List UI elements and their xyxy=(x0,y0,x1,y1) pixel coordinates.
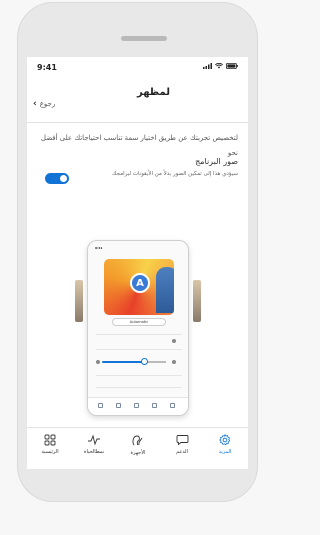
program-images-toggle[interactable] xyxy=(45,173,69,184)
nav-label-more: المزيد xyxy=(218,449,232,455)
nav-label-devices: الأجهزة xyxy=(130,450,146,456)
preview-time: 9:41 xyxy=(95,246,103,250)
preview-program-image: A xyxy=(104,259,174,315)
theme-preview: 9:41 A Automatic xyxy=(75,240,201,416)
preview-bottom-nav xyxy=(88,397,188,415)
status-time: 9:41 xyxy=(37,63,57,72)
grid-icon xyxy=(44,434,56,446)
chevron-left-icon: ‹ xyxy=(33,99,37,109)
setting-title: صور البرنامج xyxy=(195,157,238,166)
preview-divider xyxy=(96,387,182,388)
bottom-navigation: الرئيسية نمطالحياة الأجهزة الدعم المزيد xyxy=(27,427,248,469)
page-header: لمظهر ‹ رجوع xyxy=(27,79,248,123)
back-label: رجوع xyxy=(39,100,56,108)
page-title: لمظهر xyxy=(136,87,170,98)
toggle-knob xyxy=(60,175,67,182)
preview-dot xyxy=(172,360,176,364)
back-button[interactable]: ‹ رجوع xyxy=(33,99,55,109)
preview-person-shape xyxy=(156,267,174,313)
preview-divider xyxy=(96,349,182,350)
gear-icon xyxy=(219,434,231,446)
preview-nav-icon xyxy=(152,403,157,408)
battery-icon xyxy=(226,63,238,69)
nav-label-home: الرئيسية xyxy=(41,449,59,455)
preview-nav-icon xyxy=(98,403,103,408)
nav-label-lifestyle: نمطالحياة xyxy=(83,449,105,455)
preview-divider xyxy=(96,334,182,335)
app-screen: 9:41 لمظهر ‹ رجوع لتخصيص تجربتك عن طريق … xyxy=(27,57,248,469)
preview-volume-slider xyxy=(102,361,146,363)
preview-divider xyxy=(96,375,182,376)
preview-mode-label: Automatic xyxy=(112,318,166,326)
preview-dot xyxy=(172,339,176,343)
preview-program-badge: A xyxy=(130,273,150,293)
nav-support[interactable]: الدعم xyxy=(162,434,202,464)
preview-volume-icon xyxy=(96,360,100,364)
preview-nav-icon xyxy=(134,403,139,408)
nav-lifestyle[interactable]: نمطالحياة xyxy=(74,434,114,464)
preview-volume-thumb xyxy=(141,358,148,365)
activity-icon xyxy=(88,434,100,446)
status-icons xyxy=(203,63,238,69)
wifi-icon xyxy=(215,63,223,69)
preview-neighbor-left xyxy=(75,280,83,322)
hearing-aid-icon xyxy=(132,435,143,446)
signal-icon xyxy=(203,63,212,69)
chat-icon xyxy=(176,435,188,446)
nav-more[interactable]: المزيد xyxy=(205,434,245,464)
nav-label-support: الدعم xyxy=(176,449,188,455)
preview-nav-icon xyxy=(170,403,175,408)
setting-subtitle: سيؤدي هذا إلى تمكين الصور بدلاً من الأيق… xyxy=(112,171,238,177)
program-images-setting: صور البرنامج سيؤدي هذا إلى تمكين الصور ب… xyxy=(27,157,248,193)
status-bar: 9:41 xyxy=(27,57,248,79)
preview-neighbor-right xyxy=(193,280,201,322)
preview-phone: 9:41 A Automatic xyxy=(87,240,189,416)
preview-nav-icon xyxy=(116,403,121,408)
preview-volume-track xyxy=(146,361,166,363)
nav-devices[interactable]: الأجهزة xyxy=(118,434,158,464)
nav-home[interactable]: الرئيسية xyxy=(30,434,70,464)
phone-speaker xyxy=(121,36,167,41)
